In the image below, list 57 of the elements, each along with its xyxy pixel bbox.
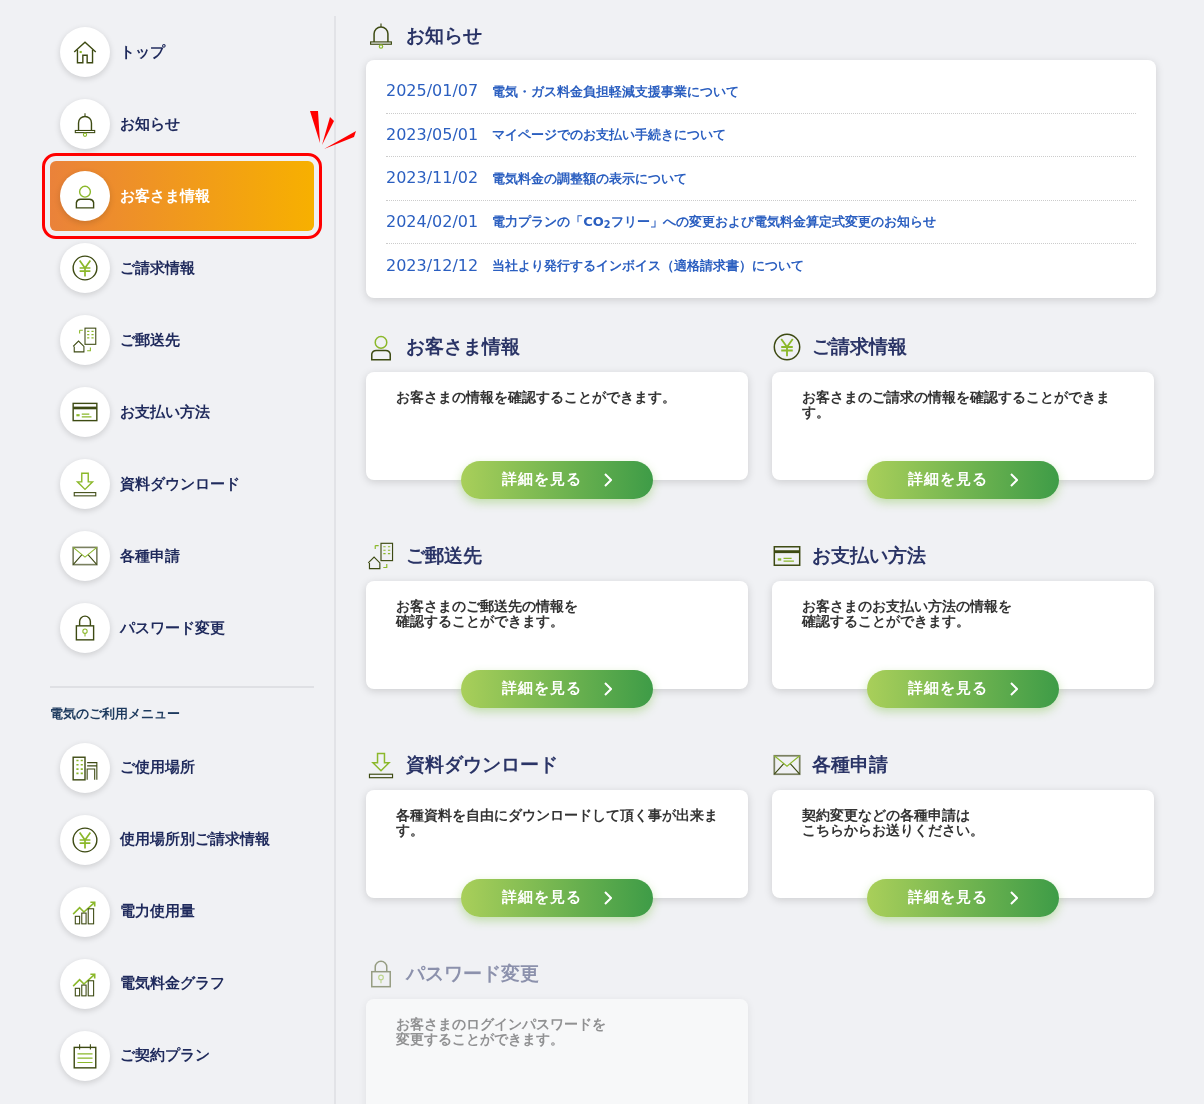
section-heading: お支払い方法 — [812, 543, 926, 569]
notice-date: 2023/12/12 — [386, 254, 479, 277]
nav-item[interactable]: 資料ダウンロード — [50, 448, 314, 520]
notice-date: 2023/05/01 — [386, 123, 479, 146]
notice-date: 2025/01/07 — [386, 80, 479, 103]
section-heading: ご郵送先 — [406, 543, 482, 569]
description-line: お客さまのお支払い方法の情報を — [802, 598, 1013, 614]
nav-item[interactable]: トップ — [50, 16, 314, 88]
description-line: お客さまのご郵送先の情報を — [396, 598, 579, 614]
yen-icon — [71, 825, 99, 854]
nav-item[interactable]: お知らせ — [50, 88, 314, 160]
description-line: 確認することができます。 — [396, 613, 564, 630]
nav-item[interactable]: ご使用場所 — [50, 731, 314, 804]
calendar-icon — [71, 1041, 99, 1070]
nav-item[interactable]: パスワード変更 — [50, 592, 314, 664]
chevron-right-icon — [604, 890, 612, 905]
notice-link[interactable]: マイページでのお支払い手続きについて — [492, 125, 727, 145]
description-line: 契約変更などの各種申請は — [802, 807, 971, 823]
description-line: 各種資料を自由にダウンロードして頂く事が出来ます。 — [396, 807, 719, 839]
building-icon — [366, 540, 396, 571]
notice-date: 2024/02/01 — [386, 210, 479, 233]
notice-link[interactable]: 電気・ガス料金負担軽減支援事業について — [492, 81, 740, 101]
description-line: お客さまのご請求の情報を確認することができます。 — [802, 389, 1111, 421]
description-line: お客さまのログインパスワードを — [396, 1016, 607, 1032]
nav-item[interactable]: 各種申請 — [50, 520, 314, 592]
description-line: お客さまの情報を確認することができます。 — [396, 389, 677, 405]
description-line: こちらからお送りください。 — [802, 822, 985, 839]
notice-link[interactable]: 電力プランの「CO$_{2}$フリー」への変更および電気料金算定式変更のお知らせ — [492, 212, 936, 232]
section-heading: お客さま情報 — [406, 334, 520, 360]
notice-date: 2023/11/02 — [386, 167, 479, 190]
section-heading: パスワード変更 — [406, 961, 539, 987]
notice-link[interactable]: 当社より発行するインボイス（適格請求書）について — [492, 256, 805, 276]
nav-item[interactable]: お支払い方法 — [50, 376, 314, 448]
chevron-right-icon — [1010, 890, 1018, 905]
notice-link[interactable]: 電気料金の調整額の表示について — [492, 168, 688, 188]
nav-item[interactable]: 使用場所別ご請求情報 — [50, 803, 314, 876]
section-heading: ご請求情報 — [812, 334, 907, 360]
chevron-right-icon — [604, 472, 612, 487]
description-line: 確認することができます。 — [802, 613, 970, 630]
description-line: 変更することができます。 — [396, 1031, 565, 1048]
chevron-right-icon — [1010, 472, 1018, 487]
chevron-right-icon — [1010, 681, 1018, 696]
nav-item[interactable]: ご契約プラン — [50, 1019, 314, 1092]
section-heading: 各種申請 — [812, 752, 888, 778]
yen-icon — [71, 254, 99, 282]
yen-icon — [772, 331, 802, 362]
nav-item[interactable]: ご請求情報 — [50, 232, 314, 304]
building-icon — [71, 326, 99, 354]
section-heading: 資料ダウンロード — [406, 752, 558, 778]
nav-item[interactable]: ご郵送先 — [50, 304, 314, 376]
emphasis-lines-icon — [308, 109, 358, 151]
chevron-right-icon — [604, 681, 612, 696]
section-heading: お知らせ — [406, 22, 482, 48]
nav-item[interactable]: 電気料金グラフ — [50, 947, 314, 1020]
nav-item[interactable]: 電力使用量 — [50, 875, 314, 948]
download-icon — [71, 470, 99, 498]
menu-heading: 電気のご利用メニュー — [50, 705, 181, 723]
